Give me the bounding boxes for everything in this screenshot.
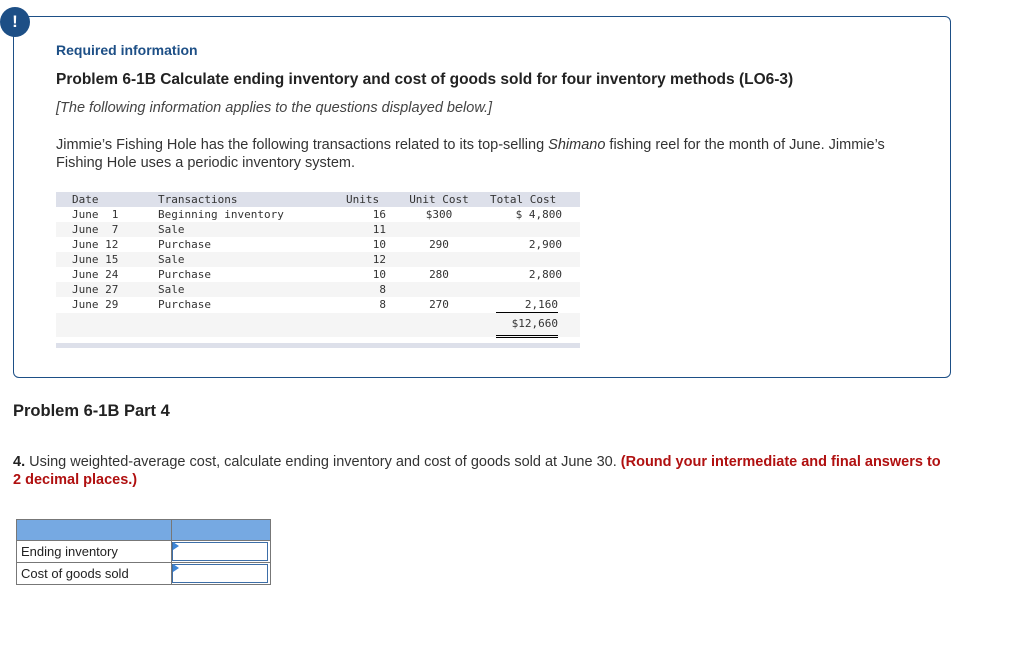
answer-table: Ending inventory Cost of goods sold: [16, 519, 271, 585]
table-header-row: Date Transactions Units Unit Cost Total …: [56, 192, 580, 207]
intro-text-1: Jimmie’s Fishing Hole has the following …: [56, 137, 549, 153]
cell-date: June 7: [72, 223, 119, 236]
cell-units: 10: [372, 238, 386, 251]
cost-of-goods-sold-label: Cost of goods sold: [16, 562, 172, 585]
answer-table-header: [16, 519, 271, 541]
cell-date: June 12: [72, 238, 119, 251]
cell-total-cost: $ 4,800: [515, 208, 562, 221]
cell-total-cost: 2,900: [528, 238, 562, 251]
cell-transaction: Purchase: [158, 238, 211, 251]
ending-inventory-input[interactable]: [172, 542, 268, 561]
table-row: June 24 Purchase 10 280 2,800: [56, 267, 580, 282]
table-row: June 7 Sale 11: [56, 222, 580, 237]
answer-row-cogs: Cost of goods sold: [16, 562, 271, 585]
table-total-row: $12,660: [56, 313, 580, 338]
cell-unit-cost: 280: [429, 268, 449, 281]
table-row: June 15 Sale 12: [56, 252, 580, 267]
answer-row-ending-inventory: Ending inventory: [16, 540, 271, 563]
cell-units: 16: [372, 208, 386, 221]
header-total-cost: Total Cost: [490, 193, 557, 206]
table-footer-bar: [56, 343, 580, 348]
table-row: June 12 Purchase 10 290 2,900: [56, 237, 580, 252]
cell-total-cost: 2,160: [496, 297, 558, 313]
cost-of-goods-sold-input[interactable]: [172, 564, 268, 583]
ending-inventory-cell: [171, 540, 271, 563]
cell-transaction: Sale: [158, 253, 185, 266]
header-transactions: Transactions: [158, 193, 238, 206]
cell-units: 8: [379, 298, 386, 311]
cell-transaction: Purchase: [158, 298, 211, 311]
cell-date: June 27: [72, 283, 119, 296]
transactions-table: Date Transactions Units Unit Cost Total …: [56, 192, 580, 338]
cell-units: 11: [372, 223, 386, 236]
cell-unit-cost: 270: [429, 298, 449, 311]
cell-date: June 24: [72, 268, 119, 281]
question-number: 4.: [13, 454, 26, 470]
cell-total-cost: 2,800: [528, 268, 562, 281]
cell-transaction: Sale: [158, 283, 185, 296]
applies-note: [The following information applies to th…: [56, 100, 493, 116]
cell-transaction: Sale: [158, 223, 185, 236]
ending-inventory-label: Ending inventory: [16, 540, 172, 563]
table-row: June 27 Sale 8: [56, 282, 580, 297]
problem-title: Problem 6-1B Calculate ending inventory …: [56, 71, 794, 88]
table-row: June 1 Beginning inventory 16 $300 $ 4,8…: [56, 207, 580, 222]
intro-paragraph: Jimmie’s Fishing Hole has the following …: [56, 136, 916, 172]
header-cell-value: [171, 519, 271, 541]
input-marker-icon: [173, 564, 179, 572]
header-units: Units: [346, 193, 380, 206]
cell-date: June 1: [72, 208, 119, 221]
table-row: June 29 Purchase 8 270 2,160: [56, 297, 580, 313]
header-unit-cost: Unit Cost: [409, 193, 469, 206]
required-information-label: Required information: [56, 42, 198, 58]
question-body: Using weighted-average cost, calculate e…: [25, 454, 621, 470]
cell-date: June 15: [72, 253, 119, 266]
cell-transaction: Beginning inventory: [158, 208, 284, 221]
alert-icon: !: [0, 7, 30, 37]
cell-units: 10: [372, 268, 386, 281]
input-marker-icon: [173, 542, 179, 550]
cell-unit-cost: $300: [425, 208, 453, 221]
question-text: 4. Using weighted-average cost, calculat…: [13, 453, 943, 489]
cost-of-goods-sold-cell: [171, 562, 271, 585]
cell-transaction: Purchase: [158, 268, 211, 281]
intro-brand: Shimano: [548, 137, 606, 153]
cell-units: 12: [372, 253, 386, 266]
cell-date: June 29: [72, 298, 119, 311]
part-title: Problem 6-1B Part 4: [13, 402, 170, 420]
total-cost-sum: $12,660: [496, 313, 558, 338]
header-date: Date: [72, 193, 99, 206]
cell-unit-cost: 290: [429, 238, 449, 251]
header-cell-label: [16, 519, 172, 541]
cell-units: 8: [379, 283, 386, 296]
